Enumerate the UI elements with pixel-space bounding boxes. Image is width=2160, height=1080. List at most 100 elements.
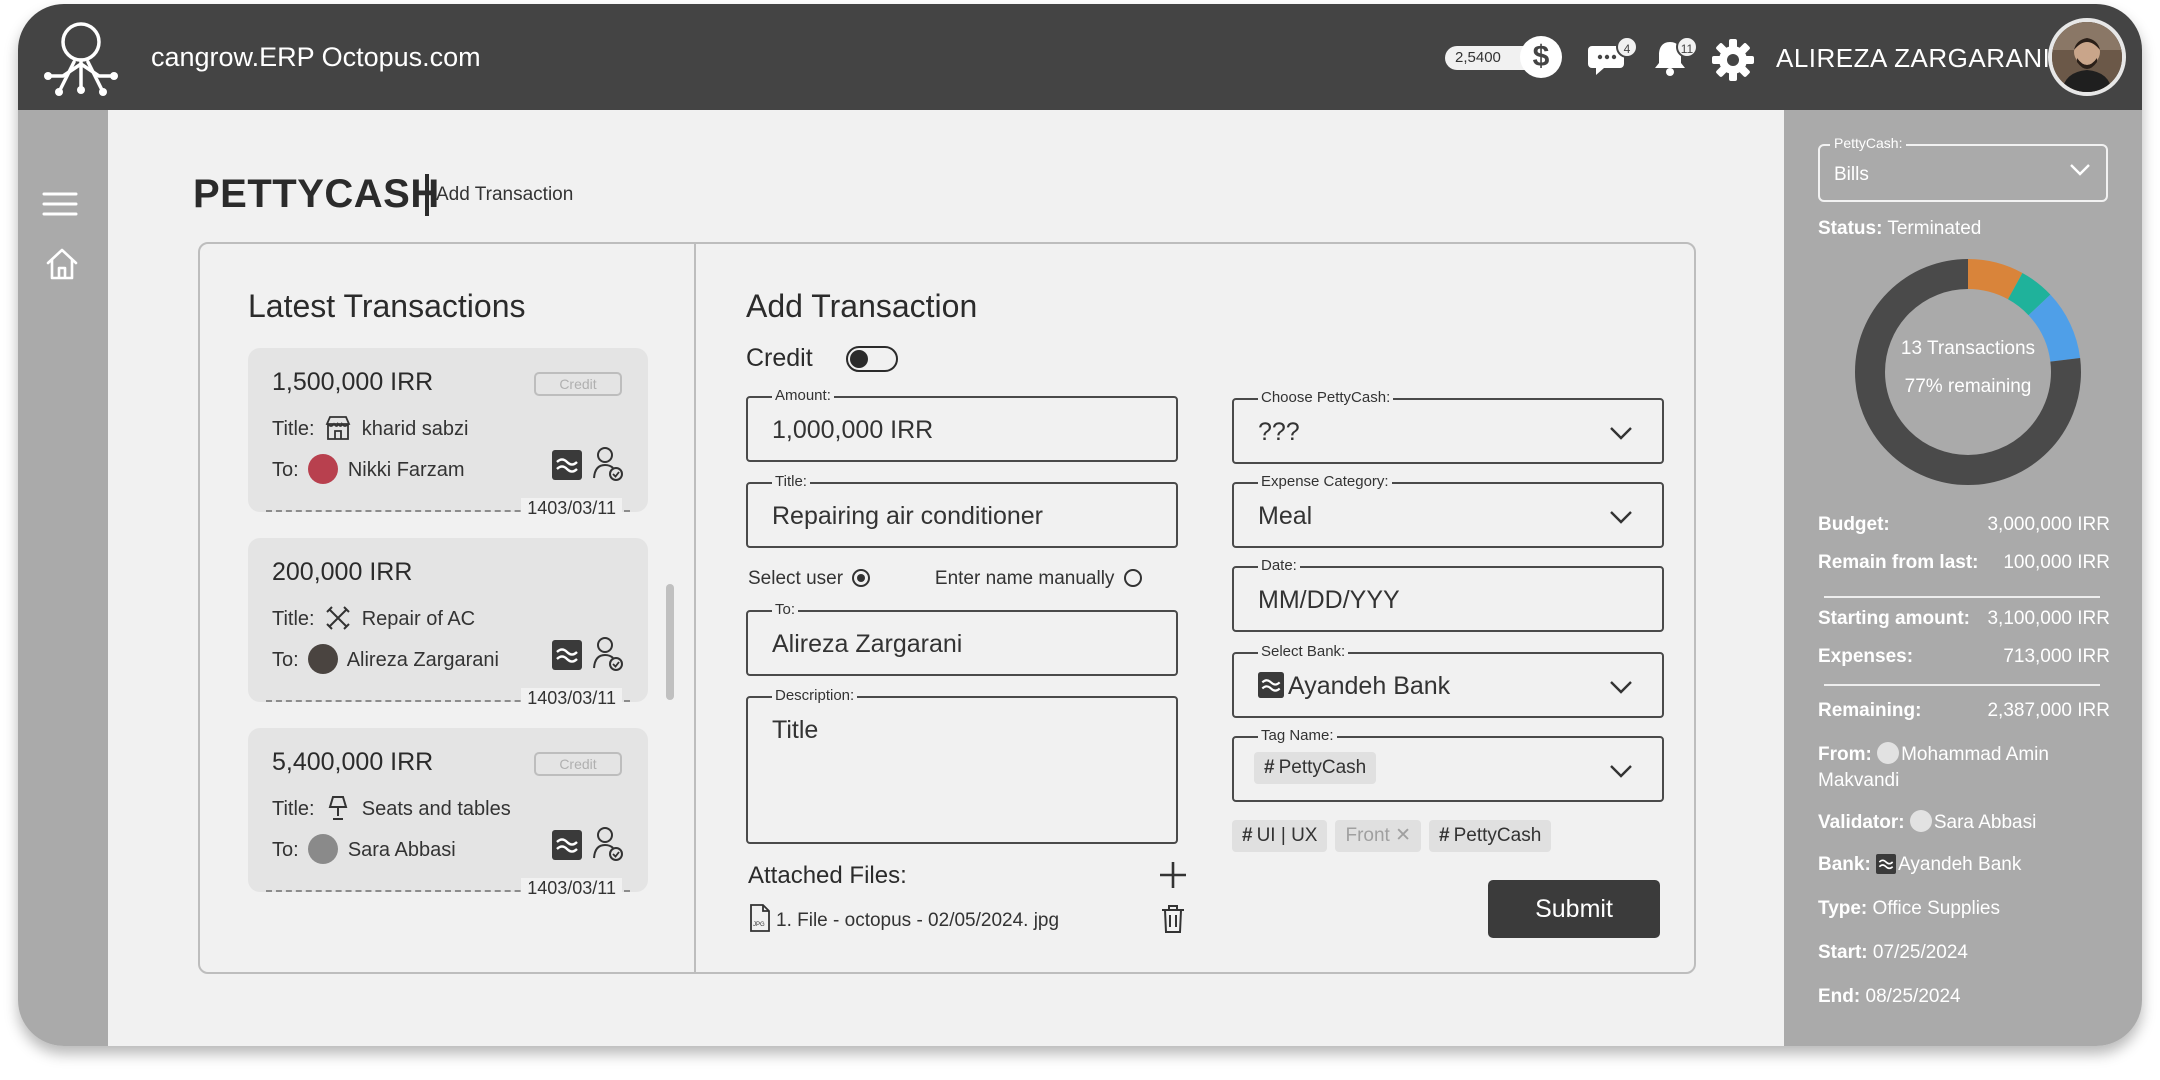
pettycash-select[interactable]: Choose PettyCash: ??? xyxy=(1232,389,1664,464)
transaction-date: 1403/03/11 xyxy=(521,498,622,519)
amount-field[interactable]: Amount: 1,000,000 IRR xyxy=(746,387,1178,462)
messages-badge: 4 xyxy=(1616,36,1638,58)
end-row: End: 08/25/2024 xyxy=(1818,984,2118,1010)
type-label: Type: xyxy=(1818,898,1868,919)
recipient-name: Nikki Farzam xyxy=(347,459,465,481)
user-check-icon[interactable] xyxy=(592,826,624,862)
expense-category-select[interactable]: Expense Category: Meal xyxy=(1232,473,1664,548)
bank-value: Ayandeh Bank xyxy=(1288,672,1451,700)
avatar xyxy=(1877,742,1900,764)
date-field[interactable]: Date: MM/DD/YYY xyxy=(1232,557,1664,632)
transaction-date: 1403/03/11 xyxy=(521,688,622,709)
add-transaction-title: Add Transaction xyxy=(746,288,978,324)
tag-name-select[interactable]: Tag Name: # PettyCash xyxy=(1232,727,1664,802)
tag-text: PettyCash xyxy=(1453,825,1542,846)
toggle-knob xyxy=(850,350,868,368)
transaction-card[interactable]: 5,400,000 IRR Credit Title: Seats and ta… xyxy=(248,728,648,899)
avatar xyxy=(1909,810,1932,832)
left-sidebar xyxy=(18,110,108,1046)
bank-value: Ayandeh Bank xyxy=(1898,854,2022,875)
expenses-label: Expenses: xyxy=(1818,646,1914,667)
user-avatar[interactable] xyxy=(2048,18,2126,96)
bank-select[interactable]: Select Bank: Ayandeh Bank xyxy=(1232,643,1664,718)
bank-label: Bank: xyxy=(1818,854,1871,875)
bank-logo-icon xyxy=(1258,672,1284,698)
credit-badge: Credit xyxy=(534,752,622,776)
tag-chip[interactable]: # PettyCash xyxy=(1429,820,1552,852)
remain-value: 100,000 IRR xyxy=(2003,552,2110,573)
octopus-logo-icon[interactable] xyxy=(38,16,124,100)
validator-value: Sara Abbasi xyxy=(1933,812,2037,833)
tag-chip[interactable]: # UI | UX xyxy=(1232,820,1328,852)
scrollbar-thumb[interactable] xyxy=(666,584,674,700)
app-title: cangrow.ERP Octopus.com xyxy=(151,42,481,72)
enter-manually-radio[interactable] xyxy=(1123,569,1142,587)
jpg-file-icon: JPG xyxy=(750,904,770,932)
transaction-card[interactable]: 200,000 IRR Title: Repair of AC To: Alir… xyxy=(248,538,648,709)
title-label: Title: xyxy=(272,418,315,440)
right-summary-panel: PettyCash: Bills Status: Terminated 13 T… xyxy=(1784,110,2142,1046)
bank-logo-icon xyxy=(552,830,582,860)
title-field[interactable]: Title: Repairing air conditioner xyxy=(746,473,1178,548)
hash-icon: # xyxy=(1242,825,1253,846)
validator-row: Validator: Sara Abbasi xyxy=(1818,810,2118,836)
pettycash-filter-label: PettyCash: xyxy=(1830,135,1907,151)
tag-text: PettyCash xyxy=(1278,757,1367,778)
tools-icon xyxy=(326,606,350,630)
to-field[interactable]: To: Alireza Zargarani xyxy=(746,601,1178,676)
user-name[interactable]: ALIREZA ZARGARANI xyxy=(1776,43,2050,74)
app-window: cangrow.ERP Octopus.com 2,5400 $ 4 11 AL… xyxy=(18,4,2142,1046)
title-field-value: Repairing air conditioner xyxy=(772,502,1043,530)
transaction-card[interactable]: 1,500,000 IRR Credit Title: kharid sabzi… xyxy=(248,348,648,519)
transaction-amount: 200,000 IRR xyxy=(272,558,413,586)
transaction-title-line: Title: Repair of AC xyxy=(272,604,475,632)
title-field-label: Title: xyxy=(772,473,810,490)
user-check-icon[interactable] xyxy=(592,636,624,672)
expense-category-value: Meal xyxy=(1258,502,1313,530)
expenses-row: Expenses: 713,000 IRR xyxy=(1818,646,2110,668)
pettycash-filter-select[interactable]: PettyCash: Bills xyxy=(1818,135,2108,202)
tag-chip[interactable]: Front ✕ xyxy=(1335,820,1422,852)
trash-icon[interactable] xyxy=(1160,904,1186,934)
transaction-amount: 1,500,000 IRR xyxy=(272,368,434,396)
description-field[interactable]: Description: Title xyxy=(746,687,1178,844)
start-row: Start: 07/25/2024 xyxy=(1818,940,2118,966)
title-label: Title: xyxy=(272,798,315,820)
user-mode-radios: Select user Enter name manually xyxy=(748,568,1142,590)
add-file-plus-icon[interactable] xyxy=(1158,860,1188,890)
divider xyxy=(1824,684,2100,686)
attached-file-item[interactable]: JPG 1. File - octopus - 02/05/2024. jpg xyxy=(748,904,1059,932)
status-line: Status: Terminated xyxy=(1818,218,1981,240)
chevron-down-icon xyxy=(1610,511,1632,524)
bank-value-wrap: Ayandeh Bank xyxy=(1258,672,1450,701)
bank-logo-icon xyxy=(552,640,582,670)
avatar xyxy=(308,454,339,484)
donut-transactions-count: 13 Transactions xyxy=(1900,338,2036,359)
credit-toggle[interactable] xyxy=(846,346,898,372)
dollar-icon[interactable]: $ xyxy=(1520,36,1562,78)
transaction-date: 1403/03/11 xyxy=(521,878,622,899)
donut-remaining: 77% remaining xyxy=(1904,376,2032,397)
select-user-radio[interactable] xyxy=(852,569,871,587)
date-value: MM/DD/YYY xyxy=(1258,586,1400,614)
hash-icon: # xyxy=(1439,825,1450,846)
tag-text: UI | UX xyxy=(1256,825,1318,846)
status-label: Status: xyxy=(1818,218,1883,239)
starting-amount-row: Starting amount: 3,100,000 IRR xyxy=(1818,608,2110,630)
submit-button[interactable]: Submit xyxy=(1488,880,1660,938)
amount-label: Amount: xyxy=(772,387,834,404)
notifications-badge: 11 xyxy=(1676,36,1698,58)
settings-gear-icon[interactable] xyxy=(1711,38,1755,82)
enter-manually-label: Enter name manually xyxy=(934,568,1115,589)
remove-tag-icon[interactable]: ✕ xyxy=(1395,825,1411,846)
file-name: 1. File - octopus - 02/05/2024. jpg xyxy=(776,910,1060,931)
user-check-icon[interactable] xyxy=(592,446,624,482)
home-icon[interactable] xyxy=(44,246,80,282)
to-field-value: Alireza Zargarani xyxy=(772,630,963,658)
hamburger-menu-icon[interactable] xyxy=(42,190,78,218)
amount-value: 1,000,000 IRR xyxy=(772,416,934,444)
title-label: Title: xyxy=(272,608,315,630)
recipient-name: Sara Abbasi xyxy=(347,839,456,861)
lamp-icon xyxy=(328,796,348,820)
top-bar: cangrow.ERP Octopus.com 2,5400 $ 4 11 AL… xyxy=(18,4,2142,110)
